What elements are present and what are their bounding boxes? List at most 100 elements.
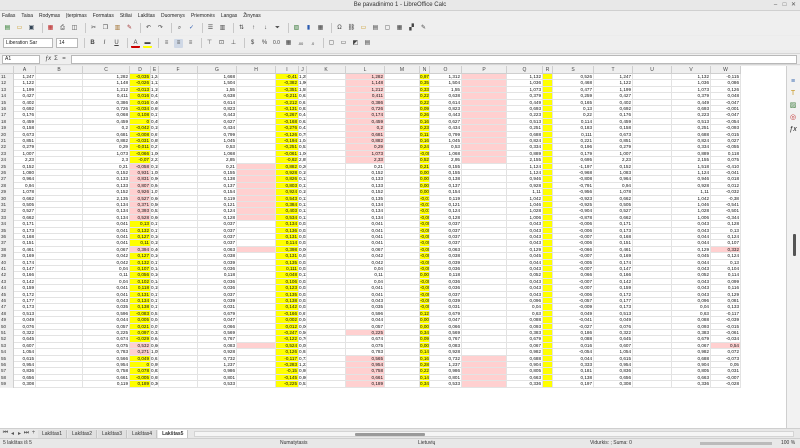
scrollbar-thumb[interactable] [355, 432, 426, 436]
new-document-icon[interactable]: ▤ [3, 24, 12, 33]
sort-ascending-icon[interactable]: ↑ [249, 24, 258, 33]
align-left-icon[interactable]: ≡ [162, 39, 171, 48]
table-cell[interactable] [462, 381, 507, 388]
align-center-icon[interactable]: ≡ [174, 38, 183, 48]
column-header[interactable]: M [385, 66, 420, 74]
table-cell[interactable]: 0,197 [553, 381, 594, 388]
menu-item[interactable]: Formatas [93, 13, 114, 19]
add-sheet-icon[interactable]: + [30, 430, 37, 437]
open-icon[interactable]: ▭ [15, 24, 24, 33]
table-cell[interactable] [543, 381, 553, 388]
column-header[interactable]: V [672, 66, 711, 74]
prev-sheet-icon[interactable]: ◂ [9, 430, 16, 437]
table-cell[interactable]: 0,533 [299, 381, 307, 388]
delete-decimal-icon[interactable]: .0 [308, 39, 317, 48]
sort-descending-icon[interactable]: ↓ [261, 24, 270, 33]
menu-item[interactable]: Langas [221, 13, 237, 19]
column-header[interactable]: J [299, 66, 307, 74]
column-header[interactable]: R [543, 66, 553, 74]
print-preview-icon[interactable]: ◫ [70, 24, 79, 33]
column-header[interactable]: T [594, 66, 633, 74]
zoom-slider[interactable] [700, 442, 772, 445]
insert-image-icon[interactable]: ▨ [292, 24, 301, 33]
column-header[interactable]: W [711, 66, 741, 74]
selection-summary[interactable]: Vidurkis: ; Suma: 0 [590, 439, 632, 448]
define-print-area-icon[interactable]: ▢ [383, 24, 392, 33]
paste-icon[interactable]: ▥ [113, 24, 122, 33]
row-icon[interactable]: ☰ [206, 24, 215, 33]
table-cell[interactable]: 0,119 [83, 381, 130, 388]
align-right-icon[interactable]: ≡ [186, 39, 195, 48]
export-pdf-icon[interactable]: ▦ [46, 24, 55, 33]
formula-input[interactable] [71, 54, 797, 64]
spreadsheet-grid[interactable]: A B C D E F G H I J K L M N O P Q R S T U V W 11 1,247 1,282 -0,03… [0, 66, 786, 428]
spelling-icon[interactable]: ✓ [187, 24, 196, 33]
border-color-icon[interactable]: ◩ [351, 39, 360, 48]
properties-icon[interactable]: ≡ [788, 77, 798, 86]
column-header[interactable]: G [198, 66, 237, 74]
menu-item[interactable]: Failas [2, 13, 15, 19]
row-header[interactable]: 59 [0, 381, 14, 388]
pivot-table-icon[interactable]: ▦ [316, 24, 325, 33]
italic-icon[interactable]: I [100, 39, 109, 48]
redo-icon[interactable]: ↷ [156, 24, 165, 33]
column-header[interactable]: L [346, 66, 385, 74]
table-cell[interactable]: 0,336 [672, 381, 711, 388]
table-cell[interactable] [307, 381, 346, 388]
bold-icon[interactable]: B [88, 39, 97, 48]
formula-icon[interactable]: = [60, 56, 68, 62]
format-date-icon[interactable]: ▦ [284, 39, 293, 48]
format-currency-icon[interactable]: $ [248, 39, 257, 48]
border-style-icon[interactable]: ▭ [339, 39, 348, 48]
borders-icon[interactable]: ▢ [327, 39, 336, 48]
table-cell[interactable]: 0,189 [346, 381, 385, 388]
show-draw-functions-icon[interactable]: ✎ [419, 24, 428, 33]
headers-footers-icon[interactable]: ▤ [371, 24, 380, 33]
sheet-tab-active[interactable]: Lakštas5 [158, 429, 189, 438]
insert-chart-icon[interactable]: ▮ [304, 24, 313, 33]
select-all-corner[interactable] [0, 66, 14, 74]
menu-item[interactable]: Rodymas [39, 13, 60, 19]
find-replace-icon[interactable]: ⌕ [175, 24, 184, 33]
autofilter-icon[interactable]: ⏷ [273, 24, 282, 33]
font-size-box[interactable]: 14 [56, 38, 78, 48]
special-character-icon[interactable]: Ω [335, 24, 344, 33]
add-decimal-icon[interactable]: .00 [296, 39, 305, 48]
column-icon[interactable]: ▥ [218, 24, 227, 33]
font-name-box[interactable]: Liberation Sar [3, 38, 53, 48]
maximize-icon[interactable]: □ [781, 2, 788, 9]
column-header[interactable]: S [553, 66, 594, 74]
sum-icon[interactable]: Σ [52, 56, 60, 62]
horizontal-scrollbar[interactable] [194, 430, 794, 437]
table-cell[interactable] [36, 381, 83, 388]
table-cell[interactable] [159, 381, 198, 388]
column-header[interactable]: Q [507, 66, 543, 74]
table-cell[interactable]: 0,308 [151, 381, 159, 388]
print-icon[interactable]: ⎙ [58, 24, 67, 33]
last-sheet-icon[interactable]: ⏭ [23, 430, 30, 437]
menu-item[interactable]: Įterpimas [66, 13, 87, 19]
styles-icon[interactable]: T [788, 89, 798, 98]
split-window-icon[interactable]: ▞ [407, 24, 416, 33]
first-sheet-icon[interactable]: ⏮ [2, 430, 9, 437]
align-top-icon[interactable]: ⊤ [205, 39, 214, 48]
table-cell[interactable] [385, 381, 420, 388]
functions-icon[interactable]: ƒx [788, 125, 798, 134]
column-header[interactable]: C [83, 66, 130, 74]
save-icon[interactable]: ▣ [27, 24, 36, 33]
next-sheet-icon[interactable]: ▸ [16, 430, 23, 437]
table-cell[interactable]: 0,533 [430, 381, 462, 388]
column-header[interactable]: F [159, 66, 198, 74]
menu-item[interactable]: Taisa [21, 13, 33, 19]
column-header[interactable]: K [307, 66, 346, 74]
table-cell[interactable]: 0,189 [130, 381, 151, 388]
column-header[interactable]: I [276, 66, 299, 74]
function-wizard-icon[interactable]: ƒx [44, 56, 52, 62]
highlight-color-icon[interactable]: ▬ [143, 39, 152, 48]
column-header[interactable]: U [633, 66, 672, 74]
language[interactable]: Lietuvių [418, 439, 435, 448]
table-cell[interactable]: 0,344 [420, 381, 430, 388]
table-cell[interactable]: -0,225 [276, 381, 299, 388]
column-header[interactable]: N [420, 66, 430, 74]
table-cell[interactable] [237, 381, 276, 388]
